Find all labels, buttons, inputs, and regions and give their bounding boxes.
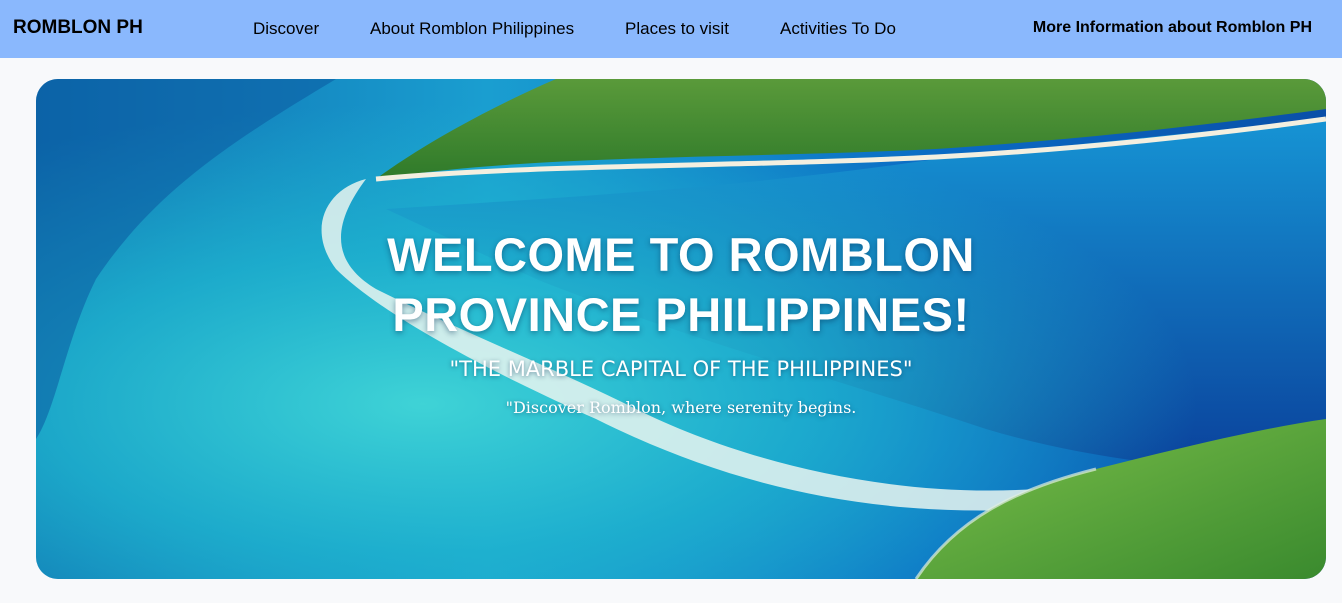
brand-logo-link[interactable]: ROMBLON PH — [13, 17, 143, 39]
hero-title-line-1: WELCOME TO ROMBLON — [387, 228, 975, 281]
hero-title: WELCOME TO ROMBLON PROVINCE PHILIPPINES! — [36, 225, 1326, 345]
nav-link-discover[interactable]: Discover — [253, 19, 319, 39]
top-navbar: ROMBLON PH Discover About Romblon Philip… — [0, 0, 1342, 58]
nav-link-about[interactable]: About Romblon Philippines — [370, 19, 574, 39]
nav-link-activities[interactable]: Activities To Do — [780, 19, 896, 39]
nav-link-places[interactable]: Places to visit — [625, 19, 729, 39]
hero-title-line-2: PROVINCE PHILIPPINES! — [392, 288, 970, 341]
hero-subtitle: "THE MARBLE CAPITAL OF THE PHILIPPINES" — [449, 357, 913, 381]
nav-link-more-information[interactable]: More Information about Romblon PH — [1033, 19, 1312, 37]
hero-banner: WELCOME TO ROMBLON PROVINCE PHILIPPINES!… — [36, 79, 1326, 579]
hero-tagline: "Discover Romblon, where serenity begins… — [505, 398, 857, 417]
